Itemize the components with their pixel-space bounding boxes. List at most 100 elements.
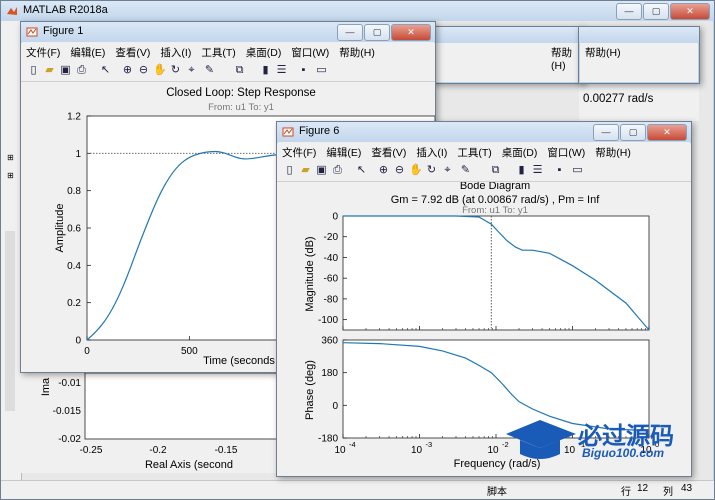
background-figure-window-2[interactable]: 帮助(H) [432,26,584,84]
menu-file[interactable]: 文件(F) [277,143,321,162]
close-button[interactable]: ✕ [670,3,710,20]
print-icon[interactable]: ⎙ [75,64,88,77]
save-icon[interactable]: ▣ [59,64,72,77]
y-tick-label: 1 [75,149,81,160]
figure6-titlebar: Figure 6 — ▢ ✕ [277,122,691,142]
new-figure-icon[interactable]: ▯ [27,64,40,77]
menu-insert[interactable]: 插入(I) [155,43,196,62]
y-tick-label: 0.4 [67,261,81,272]
expand-icon[interactable]: ⊞ [7,171,14,180]
zoom-in-icon[interactable]: ⊕ [377,164,390,177]
y-tick-label: -60 [324,274,339,285]
figure6-toolbar: ▯ ▰ ▣ ⎙ ↖ ⊕ ⊖ ✋ ↻ ⌖ ✎ ⧉ ▮ ☰ ▪ ▭ [277,161,691,182]
x-tick-label: -0.15 [215,445,238,456]
main-titlebar: MATLAB R2018a — ▢ ✕ [1,1,714,21]
x-tick-exponent: -4 [349,440,356,449]
y-axis-label: Ima [40,377,52,396]
menu-window[interactable]: 窗口(W) [542,143,590,162]
figure6-title: Figure 6 [299,125,340,137]
brush-icon[interactable]: ✎ [203,64,216,77]
zoom-in-icon[interactable]: ⊕ [121,64,134,77]
menu-window[interactable]: 窗口(W) [286,43,334,62]
legend-icon[interactable]: ☰ [275,64,288,77]
bg-menu-help[interactable]: 帮助(H) [585,45,621,60]
pan-icon[interactable]: ✋ [153,64,167,77]
maximize-button[interactable]: ▢ [364,24,390,41]
save-icon[interactable]: ▣ [315,164,328,177]
minimize-button[interactable]: — [616,3,642,20]
legend-icon[interactable]: ☰ [531,164,544,177]
status-bar: 脚本 行 12 列 43 [1,480,714,499]
zoom-out-icon[interactable]: ⊖ [137,64,150,77]
y-tick-label: 360 [321,336,338,347]
figure-icon [282,127,294,137]
y-tick-label: -0.02 [58,434,81,445]
y-tick-label: 180 [321,368,338,379]
close-button[interactable]: ✕ [647,124,687,141]
minimize-button[interactable]: — [593,124,619,141]
scrollbar[interactable] [5,231,15,411]
menu-insert[interactable]: 插入(I) [411,143,452,162]
menu-edit[interactable]: 编辑(E) [321,143,366,162]
y-tick-label: -80 [324,294,339,305]
data-cursor-icon[interactable]: ⌖ [441,164,454,177]
x-axis-label: Time (seconds [203,355,275,367]
menu-tools[interactable]: 工具(T) [452,143,496,162]
y-tick-label: 0.6 [67,224,81,235]
menu-help[interactable]: 帮助(H) [590,143,636,162]
x-tick-label: -0.25 [80,445,103,456]
pan-icon[interactable]: ✋ [409,164,423,177]
maximize-button[interactable]: ▢ [620,124,646,141]
expand-icon[interactable]: ⊞ [7,153,14,162]
menu-desktop[interactable]: 桌面(D) [241,43,287,62]
background-figure-window-3[interactable]: 帮助(H) [578,26,700,84]
y-tick-label: -40 [324,253,339,264]
rotate-icon[interactable]: ↻ [425,164,438,177]
figure1-titlebar: Figure 1 — ▢ ✕ [21,22,435,42]
frequency-readout: 0.00277 rad/s [583,93,654,105]
minimize-button[interactable]: — [337,24,363,41]
menu-desktop[interactable]: 桌面(D) [497,143,543,162]
new-figure-icon[interactable]: ▯ [283,164,296,177]
figure1-menubar: 文件(F) 编辑(E) 查看(V) 插入(I) 工具(T) 桌面(D) 窗口(W) 帮助(H) [21,43,435,61]
close-button[interactable]: ✕ [391,24,431,41]
figure1-title: Figure 1 [43,25,84,37]
y-tick-label: 0 [75,336,81,347]
colorbar-icon[interactable]: ▮ [515,164,528,177]
figure1-toolbar: ▯ ▰ ▣ ⎙ ↖ ⊕ ⊖ ✋ ↻ ⌖ ✎ ⧉ ▮ ☰ ▪ ▭ [21,61,435,82]
y-tick-label: -0.01 [58,378,81,389]
link-icon[interactable]: ⧉ [233,64,246,77]
zoom-out-icon[interactable]: ⊖ [393,164,406,177]
brush-icon[interactable]: ✎ [459,164,472,177]
x-tick-label: 10 [334,445,346,456]
pointer-icon[interactable]: ↖ [99,64,112,77]
y-tick-label: -20 [324,232,339,243]
open-icon[interactable]: ▰ [43,64,56,77]
colorbar-icon[interactable]: ▮ [259,64,272,77]
magnitude-axes-box [342,215,650,331]
hide-plot-tools-icon[interactable]: ▪ [553,164,566,177]
main-window-controls: — ▢ ✕ [616,3,710,20]
chart-title: Closed Loop: Step Response [166,87,316,99]
figure6-menubar: 文件(F) 编辑(E) 查看(V) 插入(I) 工具(T) 桌面(D) 窗口(W) 帮助(H) [277,143,691,161]
data-cursor-icon[interactable]: ⌖ [185,64,198,77]
hide-plot-tools-icon[interactable]: ▪ [297,64,310,77]
link-icon[interactable]: ⧉ [489,164,502,177]
pointer-icon[interactable]: ↖ [355,164,368,177]
x-tick-label: 10 [487,445,499,456]
rotate-icon[interactable]: ↻ [169,64,182,77]
status-script: 脚本 [487,487,507,498]
menu-view[interactable]: 查看(V) [366,143,411,162]
menu-help[interactable]: 帮助(H) [334,43,380,62]
menu-view[interactable]: 查看(V) [110,43,155,62]
y-tick-label: 0 [332,401,338,412]
io-label: From: u1 To: y1 [462,205,528,216]
open-icon[interactable]: ▰ [299,164,312,177]
maximize-button[interactable]: ▢ [643,3,669,20]
show-plot-tools-icon[interactable]: ▭ [315,64,328,77]
menu-file[interactable]: 文件(F) [21,43,65,62]
menu-tools[interactable]: 工具(T) [196,43,240,62]
print-icon[interactable]: ⎙ [331,164,344,177]
show-plot-tools-icon[interactable]: ▭ [571,164,584,177]
menu-edit[interactable]: 编辑(E) [65,43,110,62]
